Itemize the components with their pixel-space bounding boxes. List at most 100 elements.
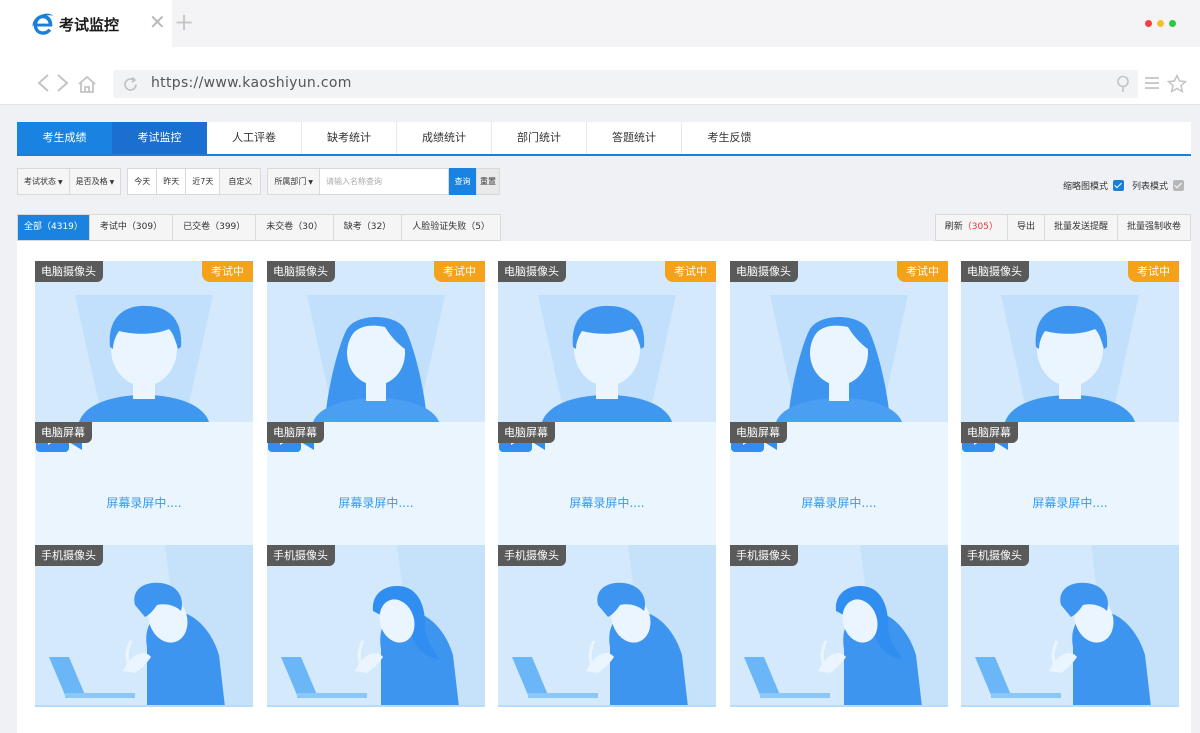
reset-button[interactable]: 重置 — [475, 168, 500, 195]
window-dot-red[interactable] — [1145, 20, 1152, 27]
monitor-grid: 电脑摄像头 考试中 电脑屏幕 屏幕录屏中.... 手机摄像头 电脑摄像头 考试中… — [17, 241, 1191, 733]
screen-recording-text: 屏幕录屏中.... — [338, 496, 414, 510]
search-input[interactable]: 请输入名称查询 — [319, 169, 448, 194]
phone-camera-panel[interactable]: 手机摄像头 — [498, 545, 716, 707]
pass-status-label: 是否及格 — [75, 177, 108, 186]
screen-recording-text: 屏幕录屏中.... — [106, 496, 182, 510]
phone-camera-tag: 手机摄像头 — [961, 545, 1029, 566]
pc-camera-panel[interactable]: 电脑摄像头 考试中 — [961, 261, 1179, 422]
status-badge: 考试中 — [897, 261, 948, 282]
reload-icon[interactable] — [122, 76, 139, 93]
department-search: 所属部门 ▼ 请输入名称查询 — [267, 168, 449, 195]
export-button[interactable]: 导出 — [1008, 215, 1045, 240]
status-tab-submitted[interactable]: 已交卷（399） — [173, 215, 257, 240]
avatar-illustration — [770, 295, 908, 422]
department-dropdown[interactable]: 所属部门 ▼ — [268, 169, 320, 194]
thumbnail-mode-label: 缩略图模式 — [1062, 182, 1108, 192]
forward-icon[interactable] — [56, 73, 70, 93]
date-yesterday-button[interactable]: 昨天 — [157, 169, 187, 194]
search-button[interactable]: 查询 — [448, 168, 476, 195]
screen-recording-text: 屏幕录屏中.... — [801, 496, 877, 510]
status-tab-not-submitted[interactable]: 未交卷（30） — [256, 215, 334, 240]
back-icon[interactable] — [36, 73, 50, 93]
student-monitor-card[interactable]: 电脑摄像头 考试中 电脑屏幕 屏幕录屏中.... 手机摄像头 — [730, 261, 948, 707]
status-tab-in-exam[interactable]: 考试中（309） — [90, 215, 174, 240]
phone-camera-tag: 手机摄像头 — [267, 545, 335, 566]
tab-student-scores[interactable]: 考生成绩 — [17, 122, 112, 154]
status-tabs: 全部（4319） 考试中（309） 已交卷（399） 未交卷（30） 缺考（32… — [17, 214, 501, 241]
avatar-illustration — [1001, 295, 1139, 422]
pass-status-dropdown[interactable]: 是否及格 ▼ — [69, 169, 121, 194]
caret-down-icon: ▼ — [58, 179, 63, 186]
close-tab-icon[interactable]: ✕ — [149, 12, 166, 32]
tab-score-stats[interactable]: 成绩统计 — [397, 122, 492, 154]
tab-department-stats[interactable]: 部门统计 — [492, 122, 587, 154]
pc-screen-panel[interactable]: 电脑屏幕 屏幕录屏中.... — [730, 422, 948, 545]
pc-camera-panel[interactable]: 电脑摄像头 考试中 — [35, 261, 253, 422]
menu-icon[interactable] — [1144, 76, 1160, 90]
phone-camera-panel[interactable]: 手机摄像头 — [267, 545, 485, 707]
phone-camera-panel[interactable]: 手机摄像头 — [730, 545, 948, 707]
browser-tab-title: 考试监控 — [59, 16, 120, 34]
status-tab-absent[interactable]: 缺考（32） — [334, 215, 403, 240]
exam-status-dropdown[interactable]: 考试状态 ▼ — [18, 169, 70, 194]
browser-tab[interactable]: 考试监控 ✕ — [0, 0, 172, 47]
status-badge: 考试中 — [1128, 261, 1179, 282]
location-pin-icon[interactable] — [1116, 75, 1130, 93]
view-mode-toggles: 缩略图模式 列表模式 — [1063, 179, 1184, 192]
status-badge: 考试中 — [434, 261, 485, 282]
status-tab-all[interactable]: 全部（4319） — [18, 215, 90, 240]
phone-camera-tag: 手机摄像头 — [35, 545, 103, 566]
home-icon[interactable] — [77, 75, 97, 93]
date-custom-button[interactable]: 自定义 — [220, 169, 261, 194]
list-mode-checkbox[interactable] — [1173, 180, 1184, 191]
url-text: https://www.kaoshiyun.com — [151, 75, 352, 91]
department-label: 所属部门 — [274, 177, 307, 186]
student-monitor-card[interactable]: 电脑摄像头 考试中 电脑屏幕 屏幕录屏中.... 手机摄像头 — [498, 261, 716, 707]
window-dot-green[interactable] — [1169, 20, 1176, 27]
person-at-laptop-illustration — [35, 545, 253, 707]
person-at-laptop-illustration — [267, 545, 485, 707]
pc-screen-panel[interactable]: 电脑屏幕 屏幕录屏中.... — [498, 422, 716, 545]
pc-camera-panel[interactable]: 电脑摄像头 考试中 — [730, 261, 948, 422]
address-bar[interactable]: https://www.kaoshiyun.com — [113, 70, 1138, 98]
student-monitor-card[interactable]: 电脑摄像头 考试中 电脑屏幕 屏幕录屏中.... 手机摄像头 — [35, 261, 253, 707]
student-monitor-card[interactable]: 电脑摄像头 考试中 电脑屏幕 屏幕录屏中.... 手机摄像头 — [267, 261, 485, 707]
star-icon[interactable] — [1167, 74, 1187, 93]
pc-screen-panel[interactable]: 电脑屏幕 屏幕录屏中.... — [961, 422, 1179, 545]
pc-camera-panel[interactable]: 电脑摄像头 考试中 — [267, 261, 485, 422]
date-today-button[interactable]: 今天 — [128, 169, 158, 194]
refresh-button[interactable]: 刷新（305） — [936, 215, 1008, 240]
date-last7-button[interactable]: 近7天 — [186, 169, 221, 194]
phone-camera-tag: 手机摄像头 — [498, 545, 566, 566]
phone-camera-panel[interactable]: 手机摄像头 — [35, 545, 253, 707]
student-monitor-card[interactable]: 电脑摄像头 考试中 电脑屏幕 屏幕录屏中.... 手机摄像头 — [961, 261, 1179, 707]
tab-student-feedback[interactable]: 考生反馈 — [682, 122, 777, 154]
status-tab-face-failed[interactable]: 人脸验证失败（5） — [402, 215, 500, 240]
new-tab-icon[interactable]: + — [174, 10, 194, 34]
refresh-count: （305） — [962, 222, 998, 232]
thumbnail-mode-checkbox[interactable] — [1112, 180, 1124, 191]
phone-camera-panel[interactable]: 手机摄像头 — [961, 545, 1179, 707]
batch-remind-button[interactable]: 批量发送提醒 — [1045, 215, 1118, 240]
person-at-laptop-illustration — [498, 545, 716, 707]
tab-answer-stats[interactable]: 答题统计 — [587, 122, 682, 154]
person-at-laptop-illustration — [730, 545, 948, 707]
browser-toolbar: https://www.kaoshiyun.com — [0, 47, 1200, 105]
page-content: 考生成绩 考试监控 人工评卷 缺考统计 成绩统计 部门统计 答题统计 考生反馈 … — [0, 106, 1200, 733]
avatar-illustration — [75, 295, 213, 422]
tab-exam-monitor[interactable]: 考试监控 — [112, 122, 207, 154]
pc-screen-panel[interactable]: 电脑屏幕 屏幕录屏中.... — [267, 422, 485, 545]
batch-force-submit-button[interactable]: 批量强制收卷 — [1118, 215, 1190, 240]
pc-screen-tag: 电脑屏幕 — [961, 422, 1018, 443]
status-filters: 考试状态 ▼ 是否及格 ▼ — [17, 168, 122, 195]
pc-camera-panel[interactable]: 电脑摄像头 考试中 — [498, 261, 716, 422]
pc-screen-tag: 电脑屏幕 — [498, 422, 555, 443]
pc-screen-panel[interactable]: 电脑屏幕 屏幕录屏中.... — [35, 422, 253, 545]
filter-bar: 考试状态 ▼ 是否及格 ▼ 今天 昨天 近7天 自定义 所属部门 ▼ 请输入名称查询 … — [17, 168, 500, 195]
avatar-illustration — [307, 295, 445, 422]
tab-manual-grading[interactable]: 人工评卷 — [207, 122, 302, 154]
window-dot-yellow[interactable] — [1157, 20, 1164, 27]
tab-absence-stats[interactable]: 缺考统计 — [302, 122, 397, 154]
person-at-laptop-illustration — [961, 545, 1179, 707]
